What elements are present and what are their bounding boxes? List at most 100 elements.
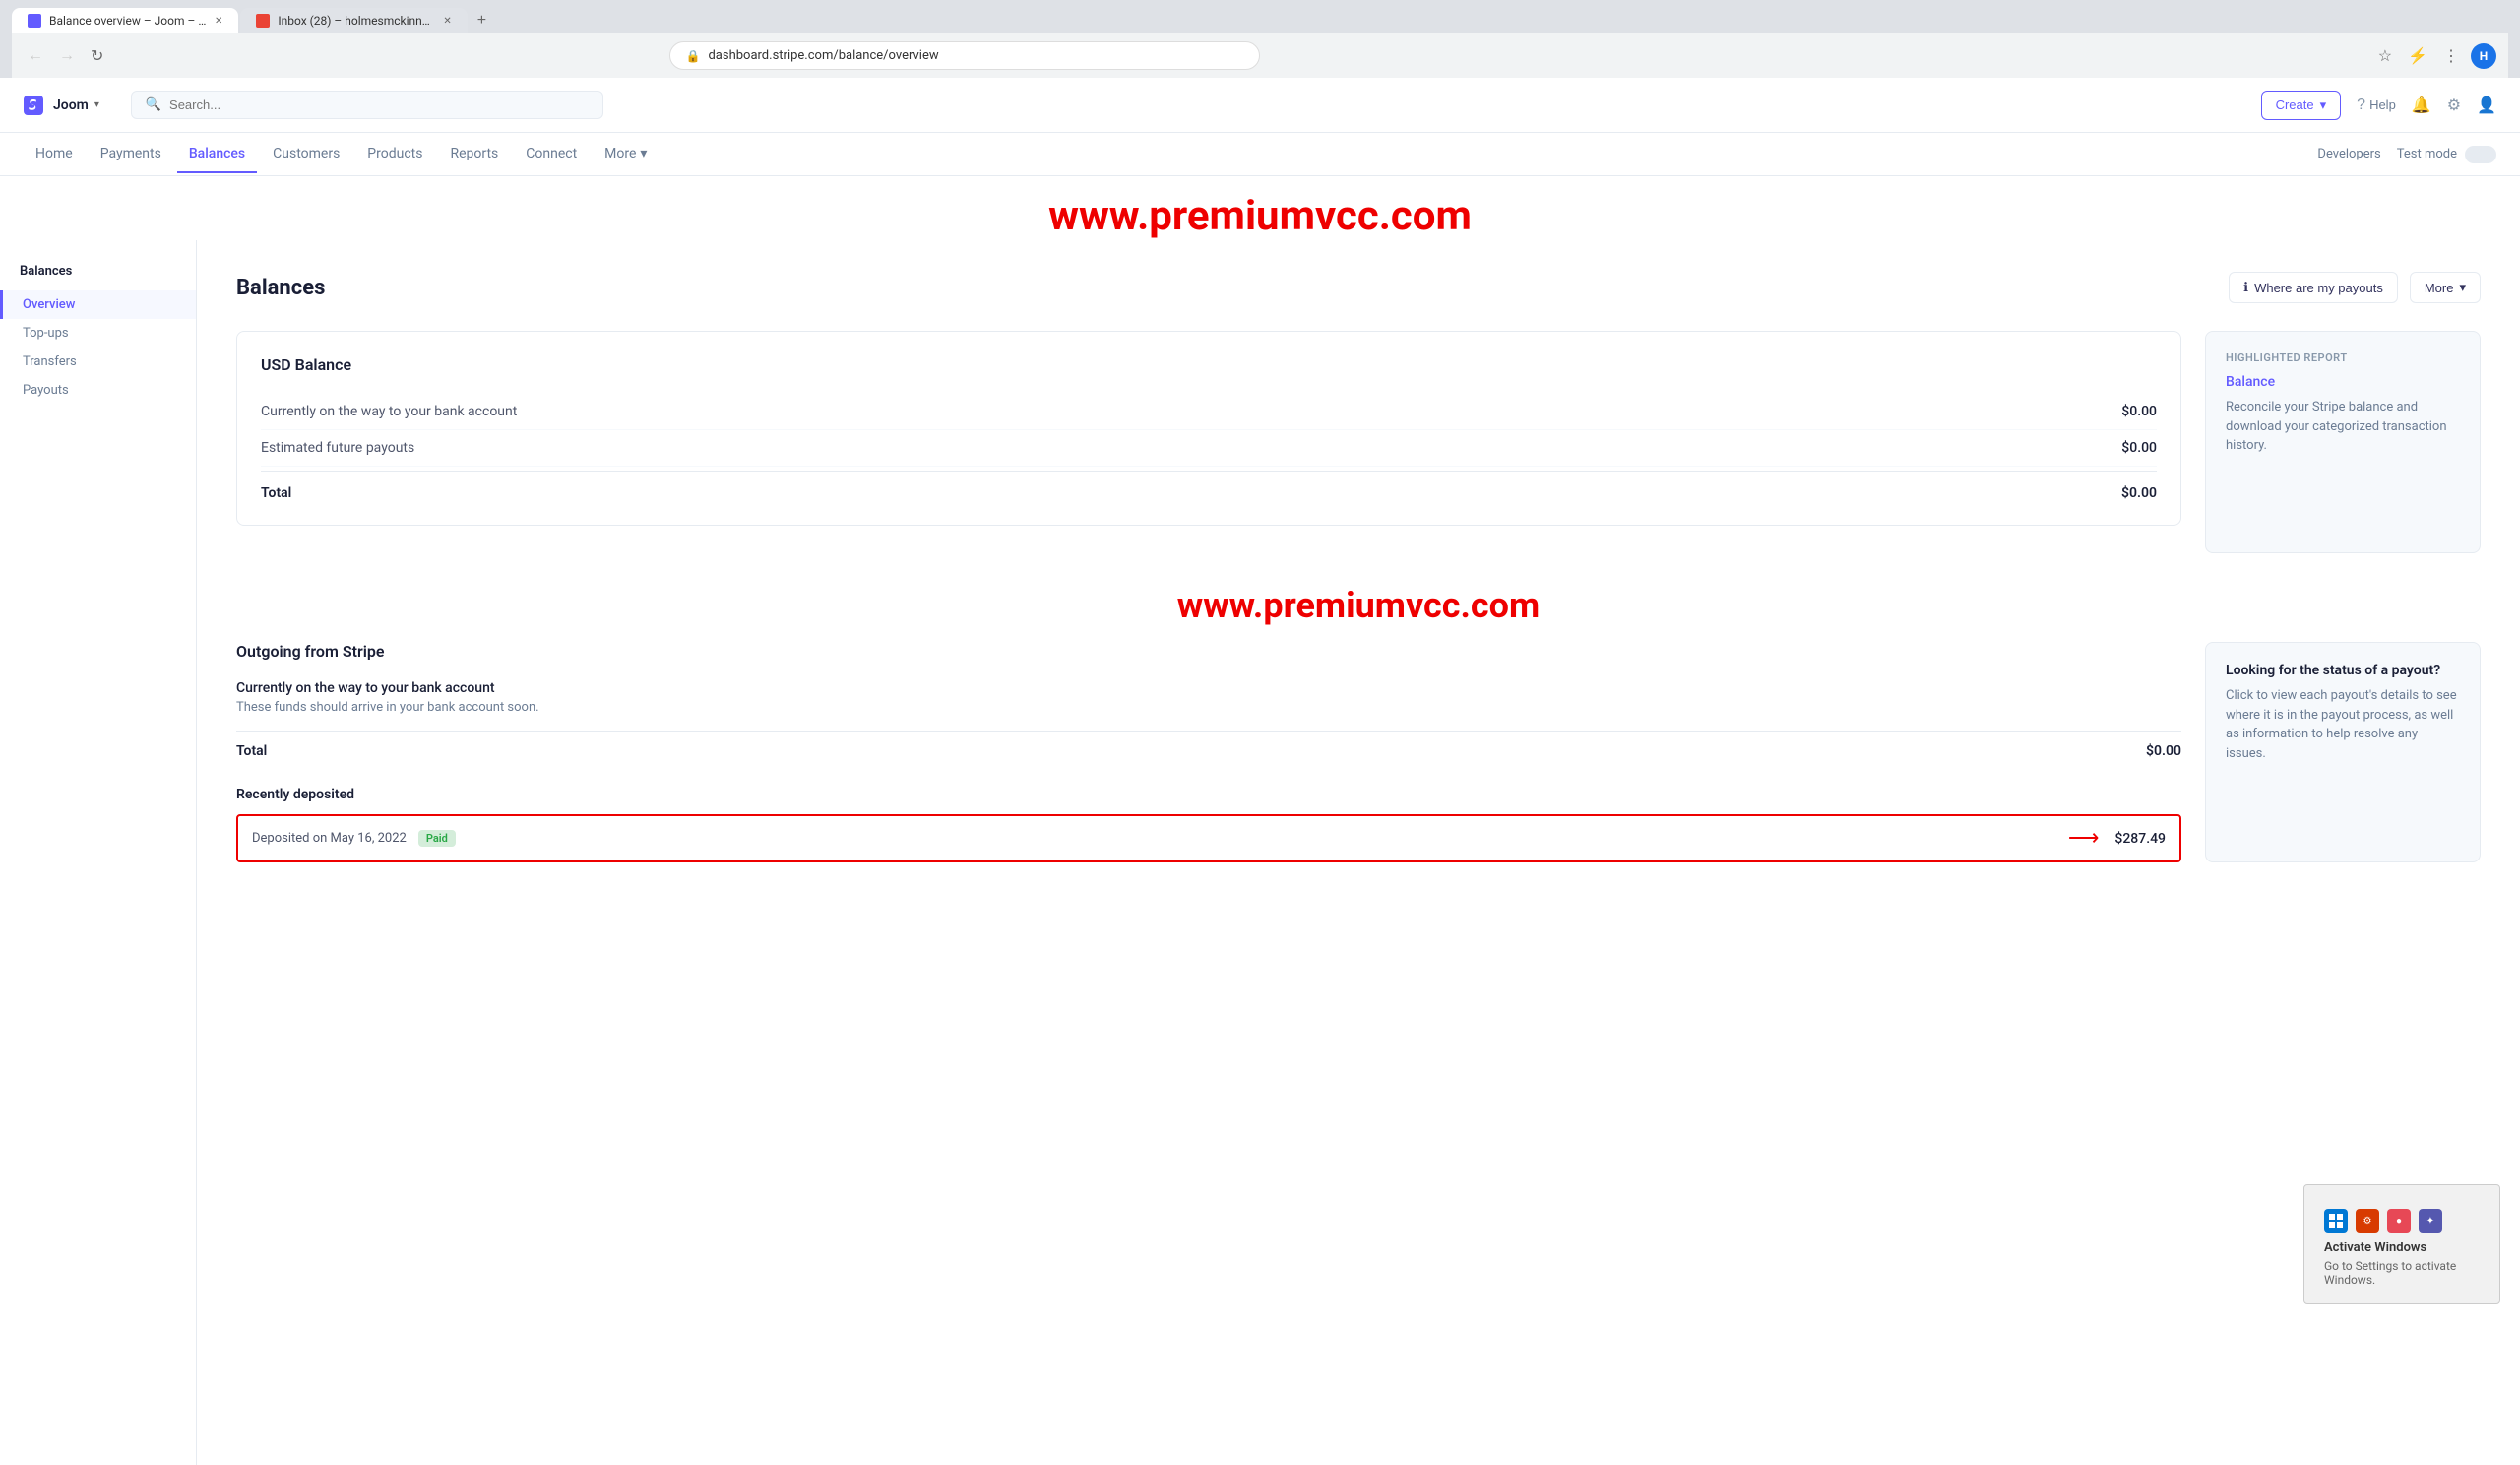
logo-area[interactable]: Joom ▾ [24, 96, 99, 115]
profile-avatar[interactable]: H [2471, 43, 2496, 69]
balance-total-row: Total $0.00 [261, 471, 2157, 501]
win-activation-subtitle: Go to Settings to activate Windows. [2324, 1259, 2480, 1287]
outgoing-grid: Outgoing from Stripe Currently on the wa… [236, 642, 2481, 862]
win-icon-2: ⚙ [2356, 1209, 2379, 1233]
lock-icon: 🔒 [686, 49, 701, 63]
page-header: Balances ℹ Where are my payouts More ▾ [236, 272, 2481, 303]
payout-card-title: Looking for the status of a payout? [2226, 663, 2460, 678]
bell-icon: 🔔 [2412, 96, 2431, 115]
search-box[interactable]: 🔍 [131, 91, 603, 119]
report-card: Highlighted report Balance Reconcile you… [2205, 331, 2481, 553]
stripe-favicon [28, 14, 41, 28]
extensions-btn[interactable]: ⚡ [2404, 42, 2431, 70]
balance-amount-2: $0.00 [2121, 440, 2157, 456]
search-icon: 🔍 [146, 97, 161, 112]
new-tab-btn[interactable]: + [470, 8, 494, 33]
inactive-tab-close-btn[interactable]: ✕ [443, 16, 451, 27]
balance-amount-1: $0.00 [2121, 404, 2157, 419]
developers-link[interactable]: Developers [2317, 147, 2380, 161]
nav-connect[interactable]: Connect [514, 136, 589, 173]
arrow-indicator-icon: ⟶ [2068, 826, 2100, 851]
outgoing-subtitle-label: Currently on the way to your bank accoun… [236, 680, 2181, 696]
nav-customers[interactable]: Customers [261, 136, 351, 173]
create-btn[interactable]: Create ▾ [2261, 91, 2342, 120]
watermark-top: www.premiumvcc.com [1048, 192, 1472, 240]
deposit-amount: $287.49 [2114, 831, 2166, 847]
question-circle-icon: ℹ [2243, 280, 2248, 295]
balance-report-link[interactable]: Balance [2226, 374, 2460, 390]
win-icon-4: ✦ [2419, 1209, 2442, 1233]
more-dropdown-btn[interactable]: More ▾ [2410, 272, 2481, 303]
recently-title: Recently deposited [236, 787, 2181, 802]
where-payouts-label: Where are my payouts [2254, 281, 2383, 295]
balance-row-1: Currently on the way to your bank accoun… [261, 394, 2157, 430]
outgoing-main: Outgoing from Stripe Currently on the wa… [236, 642, 2181, 862]
active-tab-title: Balance overview – Joom – Stripe [49, 14, 207, 28]
deposit-row[interactable]: Deposited on May 16, 2022 Paid ⟶ $287.49 [236, 814, 2181, 862]
sidebar-item-payouts[interactable]: Payouts [0, 376, 196, 405]
forward-btn[interactable]: → [55, 43, 79, 69]
paid-badge: Paid [418, 830, 456, 847]
help-icon: ? [2357, 96, 2365, 114]
reload-btn[interactable]: ↻ [87, 42, 107, 70]
gmail-favicon [256, 14, 270, 28]
tab-close-btn[interactable]: ✕ [215, 16, 222, 27]
win-icon-3: ● [2387, 1209, 2411, 1233]
help-btn[interactable]: ? Help [2357, 96, 2396, 114]
account-btn[interactable]: 👤 [2477, 96, 2496, 115]
nav-more[interactable]: More ▾ [593, 136, 659, 173]
payout-card-desc: Click to view each payout's details to s… [2226, 686, 2460, 763]
win-icon-1 [2324, 1209, 2348, 1233]
back-btn[interactable]: ← [24, 43, 47, 69]
watermark-middle: www.premiumvcc.com [236, 585, 2481, 626]
more-chevron-icon: ▾ [640, 146, 647, 161]
stripe-logo-icon [24, 96, 43, 115]
sidebar-item-transfers[interactable]: Transfers [0, 348, 196, 376]
usd-balance-card: USD Balance Currently on the way to your… [236, 331, 2181, 526]
more-label: More [604, 146, 636, 161]
nav-payments[interactable]: Payments [89, 136, 173, 173]
help-label: Help [2369, 97, 2396, 112]
company-name: Joom [53, 97, 89, 113]
test-mode-label: Test mode [2397, 147, 2457, 161]
nav-home[interactable]: Home [24, 136, 85, 173]
test-mode-toggle[interactable] [2465, 146, 2496, 163]
where-payouts-btn[interactable]: ℹ Where are my payouts [2229, 272, 2398, 303]
recently-deposited-section: Recently deposited Deposited on May 16, … [236, 787, 2181, 862]
balance-label-2: Estimated future payouts [261, 440, 414, 456]
outgoing-total-label: Total [236, 743, 267, 759]
nav-reports[interactable]: Reports [438, 136, 510, 173]
top-nav: Joom ▾ 🔍 Create ▾ ? Help 🔔 ⚙ 👤 [0, 78, 2520, 133]
page-title: Balances [236, 276, 325, 300]
create-chevron-icon: ▾ [2320, 97, 2327, 113]
watermark-area-top: www.premiumvcc.com [0, 176, 2520, 240]
gear-icon: ⚙ [2447, 96, 2461, 115]
report-card-desc: Reconcile your Stripe balance and downlo… [2226, 398, 2460, 456]
url-text: dashboard.stripe.com/balance/overview [708, 48, 938, 63]
outgoing-title: Outgoing from Stripe [236, 642, 2181, 661]
main-content: Balances ℹ Where are my payouts More ▾ [197, 240, 2520, 1465]
win-activation-title: Activate Windows [2324, 1241, 2480, 1255]
sidebar-item-overview[interactable]: Overview [0, 290, 196, 319]
inactive-tab[interactable]: Inbox (28) – holmesmckinney913... ✕ [240, 8, 467, 33]
nav-products[interactable]: Products [355, 136, 434, 173]
sidebar-title: Balances [0, 264, 196, 290]
payout-status-card: Looking for the status of a payout? Clic… [2205, 642, 2481, 862]
more-dropdown-label: More [2425, 281, 2454, 295]
deposit-date: Deposited on May 16, 2022 [252, 831, 407, 846]
usd-balance-main: USD Balance Currently on the way to your… [236, 331, 2181, 553]
browser-menu-btn[interactable]: ⋮ [2439, 42, 2463, 70]
notifications-btn[interactable]: 🔔 [2412, 96, 2431, 115]
active-tab[interactable]: Balance overview – Joom – Stripe ✕ [12, 8, 238, 33]
balance-total-label: Total [261, 485, 291, 501]
address-bar[interactable]: 🔒 dashboard.stripe.com/balance/overview [669, 41, 1260, 70]
settings-btn[interactable]: ⚙ [2447, 96, 2461, 115]
outgoing-subtitle-desc: These funds should arrive in your bank a… [236, 700, 2181, 715]
bookmark-btn[interactable]: ☆ [2374, 42, 2396, 70]
search-input[interactable] [169, 97, 589, 112]
inactive-tab-title: Inbox (28) – holmesmckinney913... [278, 14, 435, 28]
windows-activation-overlay: ⚙ ● ✦ Activate Windows Go to Settings to… [2303, 1184, 2500, 1304]
outgoing-card: Outgoing from Stripe Currently on the wa… [236, 642, 2181, 759]
nav-balances[interactable]: Balances [177, 136, 257, 173]
sidebar-item-topups[interactable]: Top-ups [0, 319, 196, 348]
